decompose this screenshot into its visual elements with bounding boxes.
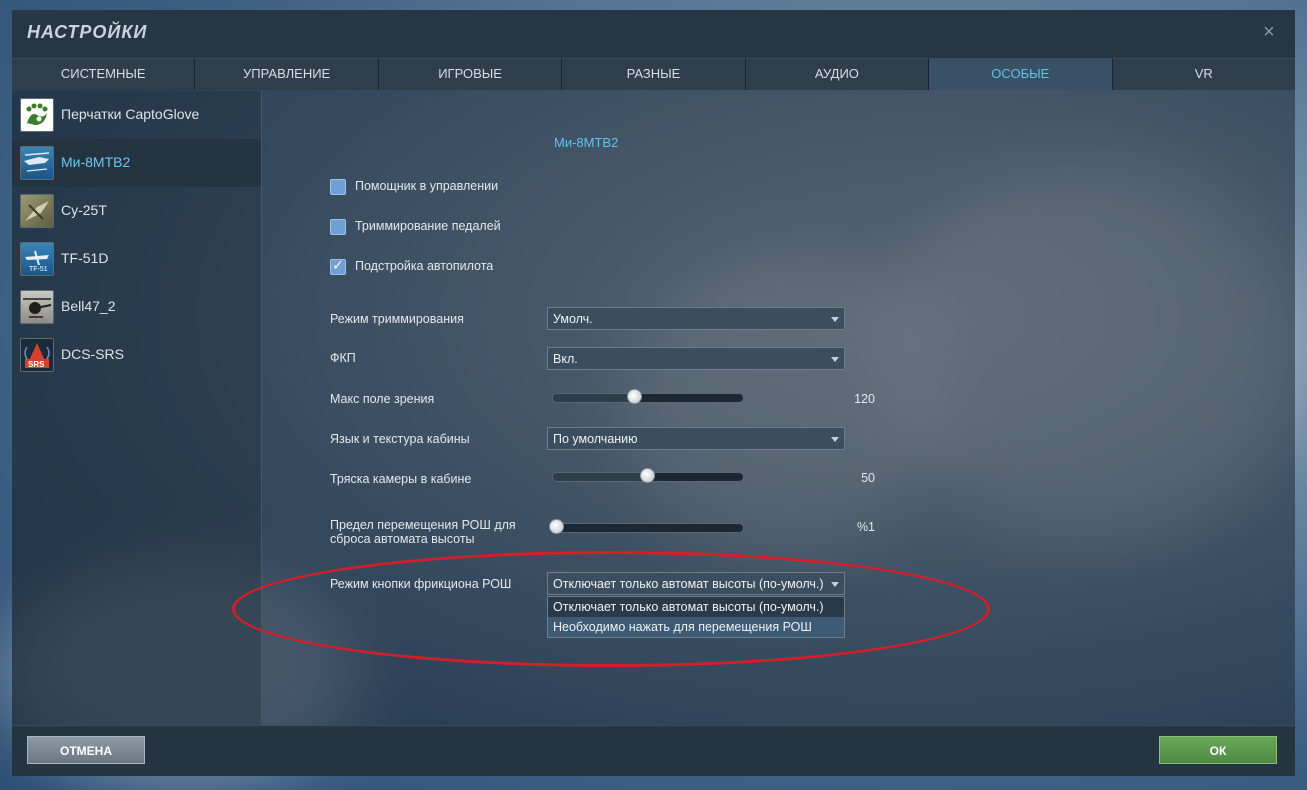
camera-shake-slider[interactable] (552, 468, 744, 483)
annotation-ellipse (232, 551, 990, 667)
sidebar-item-mi8[interactable]: Ми-8МТВ2 (12, 139, 261, 187)
rosh-limit-label-line1: Предел перемещения РОШ для (330, 518, 516, 532)
sidebar-item-label: DCS-SRS (61, 346, 125, 362)
tab-controls[interactable]: УПРАВЛЕНИЕ (195, 58, 379, 90)
tab-misc[interactable]: РАЗНЫЕ (562, 58, 746, 90)
title-bar: НАСТРОЙКИ × (12, 10, 1295, 58)
slider-knob[interactable] (640, 468, 655, 483)
svg-text:TF-51: TF-51 (29, 266, 48, 273)
chevron-down-icon (831, 437, 839, 442)
tab-vr[interactable]: VR (1112, 58, 1295, 90)
rosh-limit-unit: % (857, 520, 869, 534)
bottom-bar: ОТМЕНА ОК (12, 725, 1295, 776)
cockpit-language-value: По умолчанию (553, 432, 638, 446)
max-fov-slider[interactable] (552, 389, 744, 404)
rosh-limit-slider[interactable] (548, 519, 744, 534)
window-title: НАСТРОЙКИ (27, 22, 148, 42)
chevron-down-icon (831, 317, 839, 322)
su25t-module-icon (20, 194, 54, 228)
sidebar-item-tf51d[interactable]: TF-51 TF-51D (12, 235, 261, 283)
fkp-value: Вкл. (553, 352, 578, 366)
tab-special[interactable]: ОСОБЫЕ (929, 58, 1113, 90)
sidebar-item-su25t[interactable]: Су-25Т (12, 187, 261, 235)
chevron-down-icon (831, 357, 839, 362)
tf51d-module-icon: TF-51 (20, 242, 54, 276)
svg-text:SRS: SRS (28, 360, 45, 369)
sidebar-item-label: TF-51D (61, 250, 109, 266)
sidebar-item-bell47[interactable]: Bell47_2 (12, 283, 261, 331)
checkbox-control-helper[interactable] (330, 179, 346, 195)
sidebar-item-dcs-srs[interactable]: SRS DCS-SRS (12, 331, 261, 379)
checkbox-label: Триммирование педалей (355, 219, 501, 233)
cancel-button[interactable]: ОТМЕНА (27, 736, 145, 764)
sidebar-item-captoglove[interactable]: Перчатки CaptoGlove (12, 91, 261, 139)
tab-gameplay[interactable]: ИГРОВЫЕ (378, 58, 563, 90)
max-fov-label: Макс поле зрения (330, 392, 435, 406)
tab-audio[interactable]: АУДИО (745, 58, 930, 90)
slider-knob[interactable] (626, 389, 642, 404)
trim-mode-select[interactable]: Умолч. (547, 307, 845, 330)
module-title: Ми-8МТВ2 (554, 135, 619, 150)
checkmark-icon: ✓ (332, 257, 344, 273)
mi8-module-icon (20, 146, 54, 180)
checkbox-label: Помощник в управлении (355, 179, 499, 193)
sidebar-item-label: Bell47_2 (61, 298, 116, 314)
slider-fill (553, 473, 648, 481)
trim-mode-value: Умолч. (553, 312, 593, 326)
module-sidebar: Перчатки CaptoGlove Ми-8МТВ2 Су-25Т TF-5… (12, 91, 262, 725)
rosh-limit-value: 1 (868, 520, 875, 534)
checkbox-autopilot-adjust[interactable]: ✓ (330, 257, 346, 275)
rosh-limit-label-line2: сброса автомата высоты (330, 532, 475, 546)
fkp-label: ФКП (330, 351, 356, 365)
ok-button[interactable]: ОК (1159, 736, 1277, 764)
srs-logo-icon: SRS (20, 338, 54, 372)
sidebar-item-label: Су-25Т (61, 202, 107, 218)
captoglove-logo-icon (20, 98, 54, 132)
max-fov-value: 120 (854, 392, 875, 406)
cockpit-language-select[interactable]: По умолчанию (547, 427, 845, 450)
bell47-module-icon (20, 290, 54, 324)
settings-panel: Ми-8МТВ2 Помощник в управлении Триммиров… (232, 91, 1295, 725)
checkbox-pedal-trim[interactable] (330, 219, 346, 235)
settings-window: НАСТРОЙКИ × СИСТЕМНЫЕ УПРАВЛЕНИЕ ИГРОВЫЕ… (12, 10, 1295, 776)
trim-mode-label: Режим триммирования (330, 312, 464, 326)
tab-bar: СИСТЕМНЫЕ УПРАВЛЕНИЕ ИГРОВЫЕ РАЗНЫЕ АУДИ… (12, 58, 1295, 90)
tab-system[interactable]: СИСТЕМНЫЕ (12, 58, 196, 90)
camera-shake-value: 50 (861, 471, 875, 485)
close-icon[interactable]: × (1259, 22, 1279, 42)
sidebar-item-label: Ми-8МТВ2 (61, 154, 131, 170)
camera-shake-label: Тряска камеры в кабине (330, 472, 472, 486)
slider-knob[interactable] (548, 519, 564, 534)
checkbox-label: Подстройка автопилота (355, 259, 494, 273)
fkp-select[interactable]: Вкл. (547, 347, 845, 370)
cockpit-language-label: Язык и текстура кабины (330, 432, 470, 446)
slider-fill (553, 394, 635, 402)
sidebar-item-label: Перчатки CaptoGlove (61, 106, 200, 122)
